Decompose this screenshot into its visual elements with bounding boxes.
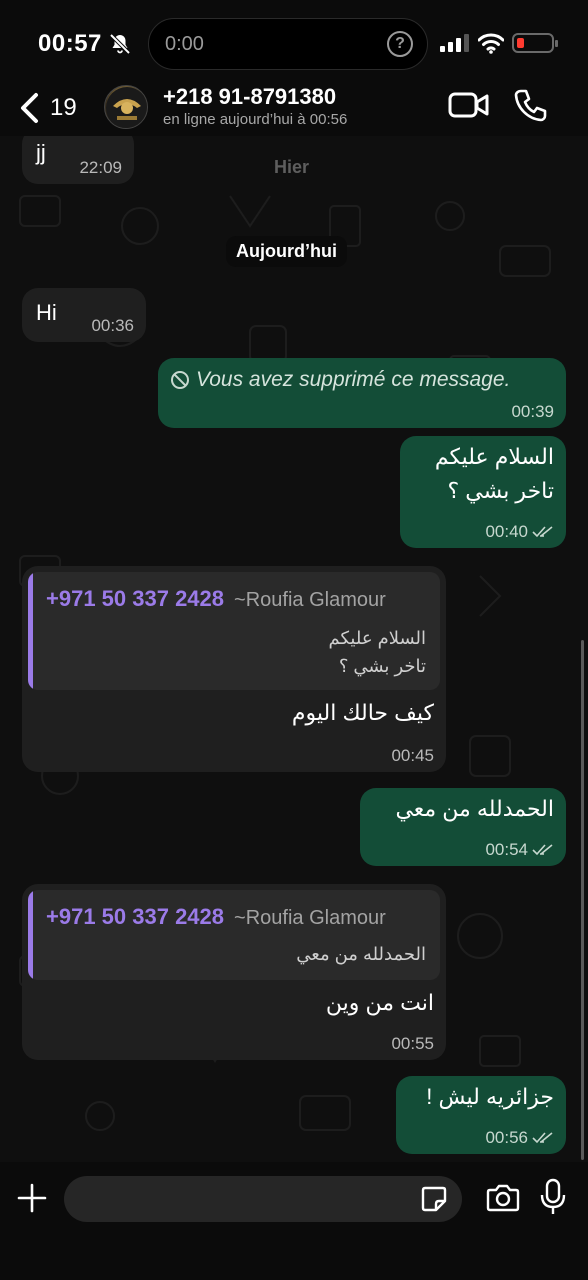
message-time: 00:45 <box>391 746 434 765</box>
quoted-reply[interactable]: +971 50 337 2428 ~Roufia Glamour الحمدلل… <box>28 890 440 980</box>
double-check-icon <box>532 1132 553 1144</box>
message-time: 00:39 <box>511 402 554 421</box>
message-text: جزائريه ليش ! <box>426 1084 554 1109</box>
reply-sender-name: ~Roufia Glamour <box>234 589 386 611</box>
bell-slash-icon <box>109 33 131 55</box>
message-text: Hi <box>36 300 57 325</box>
chevron-left-icon <box>21 93 38 123</box>
sticker-icon[interactable] <box>420 1185 448 1213</box>
phone-icon[interactable] <box>514 88 548 122</box>
reply-sender-phone: +971 50 337 2428 <box>46 586 225 611</box>
message-outgoing[interactable]: جزائريه ليش ! 00:56 <box>396 1076 566 1154</box>
message-incoming-reply[interactable]: +971 50 337 2428 ~Roufia Glamour الحمدلل… <box>22 884 446 1060</box>
island-timer: 0:00 <box>165 33 204 55</box>
message-time: 22:09 <box>79 158 122 177</box>
message-incoming-reply[interactable]: +971 50 337 2428 ~Roufia Glamour السلام … <box>22 566 446 772</box>
message-text: انت من وين <box>325 990 434 1015</box>
message-outgoing[interactable]: الحمدلله من معي 00:54 <box>360 788 566 866</box>
avatar[interactable] <box>104 85 148 129</box>
reply-text: الحمدلله من معي <box>296 944 426 964</box>
composer-bar <box>0 1162 588 1280</box>
message-time: 00:36 <box>91 316 134 335</box>
block-icon <box>171 371 189 389</box>
date-separator: Hier <box>274 157 310 177</box>
message-incoming[interactable]: Hi 00:36 <box>22 288 146 342</box>
back-button[interactable]: 19 <box>16 90 86 126</box>
date-separator: Aujourd’hui <box>226 236 347 267</box>
double-check-icon <box>532 844 553 856</box>
reply-accent-bar <box>28 890 33 980</box>
signal-icon <box>440 34 469 52</box>
message-text: السلام عليكم <box>434 444 554 469</box>
message-incoming[interactable]: jj 22:09 <box>22 136 134 184</box>
message-time: 00:54 <box>485 840 554 860</box>
wifi-icon <box>478 33 504 54</box>
deleted-message-text: Vous avez supprimé ce message. <box>196 368 511 391</box>
message-text: الحمدلله من معي <box>395 796 554 821</box>
dynamic-island[interactable]: 0:00 ? <box>148 18 428 70</box>
chat-area[interactable]: jj 22:09 Hier Aujourd’hui Hi 00:36 Vous … <box>0 136 588 1162</box>
message-time: 00:56 <box>485 1128 554 1148</box>
chat-header: 19 +218 91-8791380 en ligne aujourd’hui … <box>0 84 588 136</box>
double-check-icon <box>532 526 553 538</box>
contact-info[interactable]: +218 91-8791380 en ligne aujourd’hui à 0… <box>163 84 347 128</box>
contact-status: en ligne aujourd’hui à 00:56 <box>163 111 348 128</box>
unread-count: 19 <box>50 94 77 121</box>
plus-icon[interactable] <box>16 1182 48 1214</box>
mic-icon[interactable] <box>540 1178 566 1216</box>
reply-sender-phone: +971 50 337 2428 <box>46 904 225 929</box>
reply-text: السلام عليكم <box>328 628 426 648</box>
chat-scrollbar[interactable] <box>581 640 584 1160</box>
message-input[interactable] <box>64 1176 462 1222</box>
message-text: تاخر بشي ؟ <box>447 478 554 503</box>
battery-level <box>517 38 524 48</box>
message-time: 00:40 <box>485 522 554 542</box>
message-outgoing[interactable]: السلام عليكم تاخر بشي ؟ 00:40 <box>400 436 566 548</box>
reply-accent-bar <box>28 572 33 690</box>
message-outgoing-deleted[interactable]: Vous avez supprimé ce message. 00:39 <box>158 358 566 428</box>
status-bar: 00:57 0:00 ? <box>0 0 588 86</box>
message-text: كيف حالك اليوم <box>291 700 434 725</box>
reply-text: تاخر بشي ؟ <box>338 656 426 676</box>
contact-name: +218 91-8791380 <box>163 84 337 109</box>
camera-icon[interactable] <box>486 1182 520 1212</box>
reply-sender-name: ~Roufia Glamour <box>234 907 386 929</box>
question-icon[interactable]: ? <box>387 31 413 57</box>
battery-icon <box>512 33 558 53</box>
message-text: jj <box>36 140 46 165</box>
video-icon[interactable] <box>448 90 490 120</box>
message-time: 00:55 <box>391 1034 434 1053</box>
status-time: 00:57 <box>38 30 102 57</box>
quoted-reply[interactable]: +971 50 337 2428 ~Roufia Glamour السلام … <box>28 572 440 690</box>
